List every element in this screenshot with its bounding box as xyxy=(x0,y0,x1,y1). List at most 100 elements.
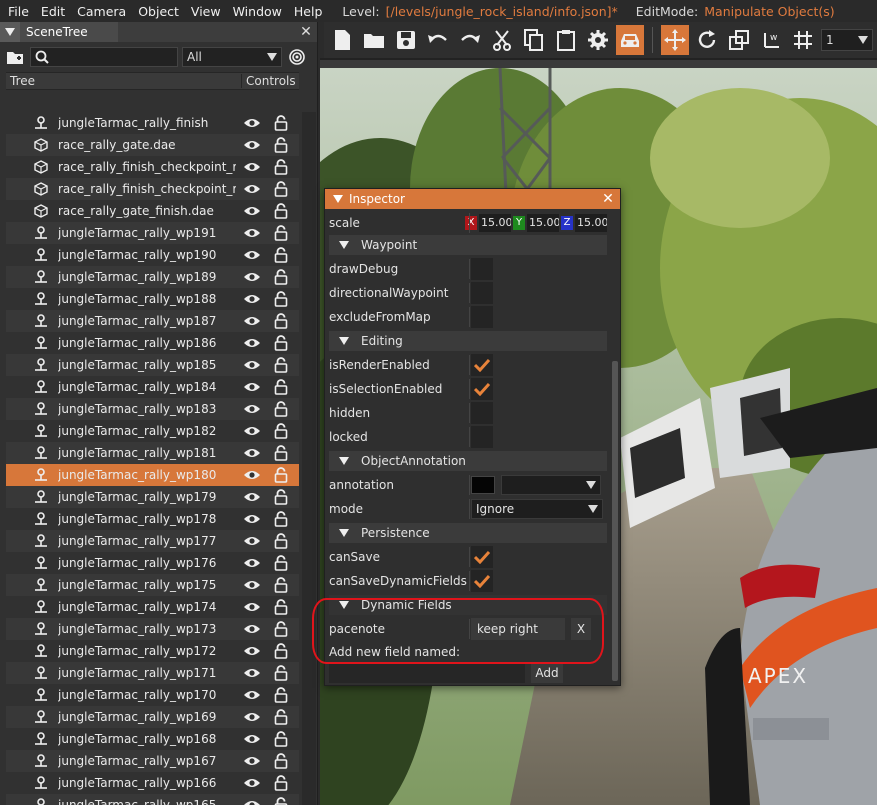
visibility-eye-icon[interactable] xyxy=(242,139,262,151)
lock-icon[interactable] xyxy=(271,269,291,285)
world-space-icon[interactable]: w xyxy=(757,25,785,55)
inspector-scrollbar[interactable] xyxy=(612,361,618,681)
filter-select[interactable]: All xyxy=(182,47,282,67)
scale-icon[interactable] xyxy=(725,25,753,55)
section-objectannotation[interactable]: ObjectAnnotation xyxy=(329,451,607,471)
tree-row[interactable]: race_rally_finish_checkpoint_red xyxy=(6,178,299,200)
visibility-eye-icon[interactable] xyxy=(242,447,262,459)
visibility-eye-icon[interactable] xyxy=(242,249,262,261)
tree-row[interactable]: jungleTarmac_rally_wp178 xyxy=(6,508,299,530)
lock-icon[interactable] xyxy=(271,225,291,241)
search-field[interactable] xyxy=(30,47,178,67)
section-editing[interactable]: Editing xyxy=(329,331,607,351)
collapse-icon[interactable] xyxy=(0,22,20,42)
tree-row[interactable]: jungleTarmac_rally_wp185 xyxy=(6,354,299,376)
visibility-eye-icon[interactable] xyxy=(242,183,262,195)
lock-icon[interactable] xyxy=(271,621,291,637)
lock-icon[interactable] xyxy=(271,159,291,175)
lock-icon[interactable] xyxy=(271,489,291,505)
cut-icon[interactable] xyxy=(488,25,516,55)
visibility-eye-icon[interactable] xyxy=(242,623,262,635)
lock-icon[interactable] xyxy=(271,291,291,307)
visibility-eye-icon[interactable] xyxy=(242,161,262,173)
vehicle-icon[interactable] xyxy=(616,25,644,55)
hidden-checkbox[interactable] xyxy=(471,402,493,424)
tree-row[interactable]: jungleTarmac_rally_wp186 xyxy=(6,332,299,354)
lock-icon[interactable] xyxy=(271,775,291,791)
menu-camera[interactable]: Camera xyxy=(71,4,132,19)
tree-row[interactable]: jungleTarmac_rally_wp173 xyxy=(6,618,299,640)
visibility-eye-icon[interactable] xyxy=(242,513,262,525)
tree-row[interactable]: jungleTarmac_rally_wp165 xyxy=(6,794,299,805)
lock-icon[interactable] xyxy=(271,335,291,351)
add-field-button[interactable]: Add xyxy=(531,663,563,683)
scenetree-title[interactable]: SceneTree xyxy=(20,22,118,42)
menu-window[interactable]: Window xyxy=(227,4,288,19)
annotation-dropdown[interactable] xyxy=(501,475,601,495)
search-input[interactable] xyxy=(49,50,169,64)
tree-row[interactable]: jungleTarmac_rally_wp167 xyxy=(6,750,299,772)
close-icon[interactable]: ✕ xyxy=(295,24,317,40)
visibility-eye-icon[interactable] xyxy=(242,645,262,657)
isrenderenabled-checkbox[interactable] xyxy=(471,354,493,376)
visibility-eye-icon[interactable] xyxy=(242,491,262,503)
visibility-eye-icon[interactable] xyxy=(242,733,262,745)
copy-icon[interactable] xyxy=(520,25,548,55)
cansavedynamicfields-checkbox[interactable] xyxy=(471,570,493,592)
new-file-icon[interactable] xyxy=(328,25,356,55)
tree-row[interactable]: jungleTarmac_rally_wp190 xyxy=(6,244,299,266)
column-controls[interactable]: Controls xyxy=(242,74,296,88)
lock-icon[interactable] xyxy=(271,181,291,197)
lock-icon[interactable] xyxy=(271,511,291,527)
isselectionenabled-checkbox[interactable] xyxy=(471,378,493,400)
snap-value-select[interactable]: 1 xyxy=(821,29,873,51)
scrollbar[interactable] xyxy=(302,112,316,805)
visibility-eye-icon[interactable] xyxy=(242,293,262,305)
lock-icon[interactable] xyxy=(271,687,291,703)
visibility-eye-icon[interactable] xyxy=(242,557,262,569)
tree-row[interactable]: jungleTarmac_rally_wp175 xyxy=(6,574,299,596)
settings-gear-icon[interactable] xyxy=(584,25,612,55)
tree-row[interactable]: race_rally_gate_finish.dae xyxy=(6,200,299,222)
scale-y-input[interactable]: 15.00 xyxy=(527,214,559,232)
lock-icon[interactable] xyxy=(271,423,291,439)
tree-row[interactable]: jungleTarmac_rally_wp189 xyxy=(6,266,299,288)
tree-row[interactable]: race_rally_gate.dae xyxy=(6,134,299,156)
visibility-eye-icon[interactable] xyxy=(242,359,262,371)
tree-row[interactable]: jungleTarmac_rally_wp172 xyxy=(6,640,299,662)
lock-icon[interactable] xyxy=(271,137,291,153)
lock-icon[interactable] xyxy=(271,357,291,373)
tree-row[interactable]: jungleTarmac_rally_wp176 xyxy=(6,552,299,574)
lock-icon[interactable] xyxy=(271,379,291,395)
menu-help[interactable]: Help xyxy=(288,4,329,19)
mode-dropdown[interactable]: Ignore xyxy=(471,499,603,519)
visibility-eye-icon[interactable] xyxy=(242,535,262,547)
column-tree[interactable]: Tree xyxy=(6,74,242,88)
lock-icon[interactable] xyxy=(271,401,291,417)
visibility-eye-icon[interactable] xyxy=(242,711,262,723)
visibility-eye-icon[interactable] xyxy=(242,469,262,481)
section-persistence[interactable]: Persistence xyxy=(329,523,607,543)
visibility-eye-icon[interactable] xyxy=(242,227,262,239)
scale-x-input[interactable]: 15.00 xyxy=(479,214,511,232)
lock-icon[interactable] xyxy=(271,445,291,461)
tree-row[interactable]: jungleTarmac_rally_wp171 xyxy=(6,662,299,684)
tree-row[interactable]: race_rally_finish_checkpoint_red xyxy=(6,156,299,178)
lock-icon[interactable] xyxy=(271,467,291,483)
tree-row[interactable]: jungleTarmac_rally_wp177 xyxy=(6,530,299,552)
section-waypoint[interactable]: Waypoint xyxy=(329,235,607,255)
visibility-eye-icon[interactable] xyxy=(242,205,262,217)
lock-icon[interactable] xyxy=(271,203,291,219)
tree-row[interactable]: jungleTarmac_rally_wp166 xyxy=(6,772,299,794)
visibility-eye-icon[interactable] xyxy=(242,579,262,591)
visibility-eye-icon[interactable] xyxy=(242,689,262,701)
lock-icon[interactable] xyxy=(271,709,291,725)
menu-object[interactable]: Object xyxy=(132,4,185,19)
undo-icon[interactable] xyxy=(424,25,452,55)
visibility-eye-icon[interactable] xyxy=(242,315,262,327)
cansave-checkbox[interactable] xyxy=(471,546,493,568)
visibility-eye-icon[interactable] xyxy=(242,777,262,789)
inspector-titlebar[interactable]: Inspector ✕ xyxy=(325,189,620,209)
visibility-eye-icon[interactable] xyxy=(242,799,262,805)
visibility-eye-icon[interactable] xyxy=(242,271,262,283)
